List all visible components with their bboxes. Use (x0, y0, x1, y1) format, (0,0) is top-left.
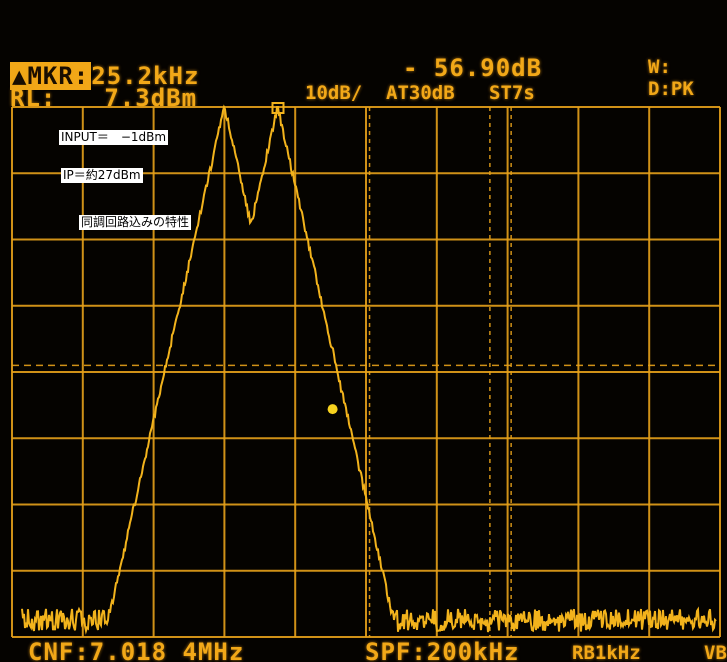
input-level-note: INPUT＝ −1dBm (59, 130, 169, 145)
reference-level: RL: 7.3dBm (10, 84, 197, 112)
vertical-scale: 10dB/ (305, 82, 363, 104)
reference-level-value: 7.3dBm (104, 84, 198, 112)
graticule (11, 106, 721, 638)
center-frequency: CNF:7.018 4MHz (28, 638, 245, 662)
video-bandwidth: VB (704, 642, 727, 662)
spectrum-trace (21, 104, 717, 635)
marker-level: - 56.90dB (403, 54, 543, 82)
w-label: W: (648, 56, 671, 78)
intercept-point-note: IP＝約27dBm (61, 168, 143, 183)
detector-mode: D:PK (648, 78, 694, 100)
tuned-circuit-note: 同調回路込みの特性 (79, 215, 192, 230)
delta-marker (327, 404, 338, 415)
sweep-time: ST7s (489, 82, 535, 104)
frequency-span: SPF:200kHz (365, 638, 520, 662)
attenuation: AT30dB (386, 82, 455, 104)
resolution-bandwidth: RB1kHz (572, 642, 641, 662)
spectrum-analyzer-screen: ▲MKR:25.2kHz - 56.90dB W: RL: 7.3dBm 10dB… (0, 0, 727, 662)
reference-level-label: RL: (10, 84, 57, 112)
